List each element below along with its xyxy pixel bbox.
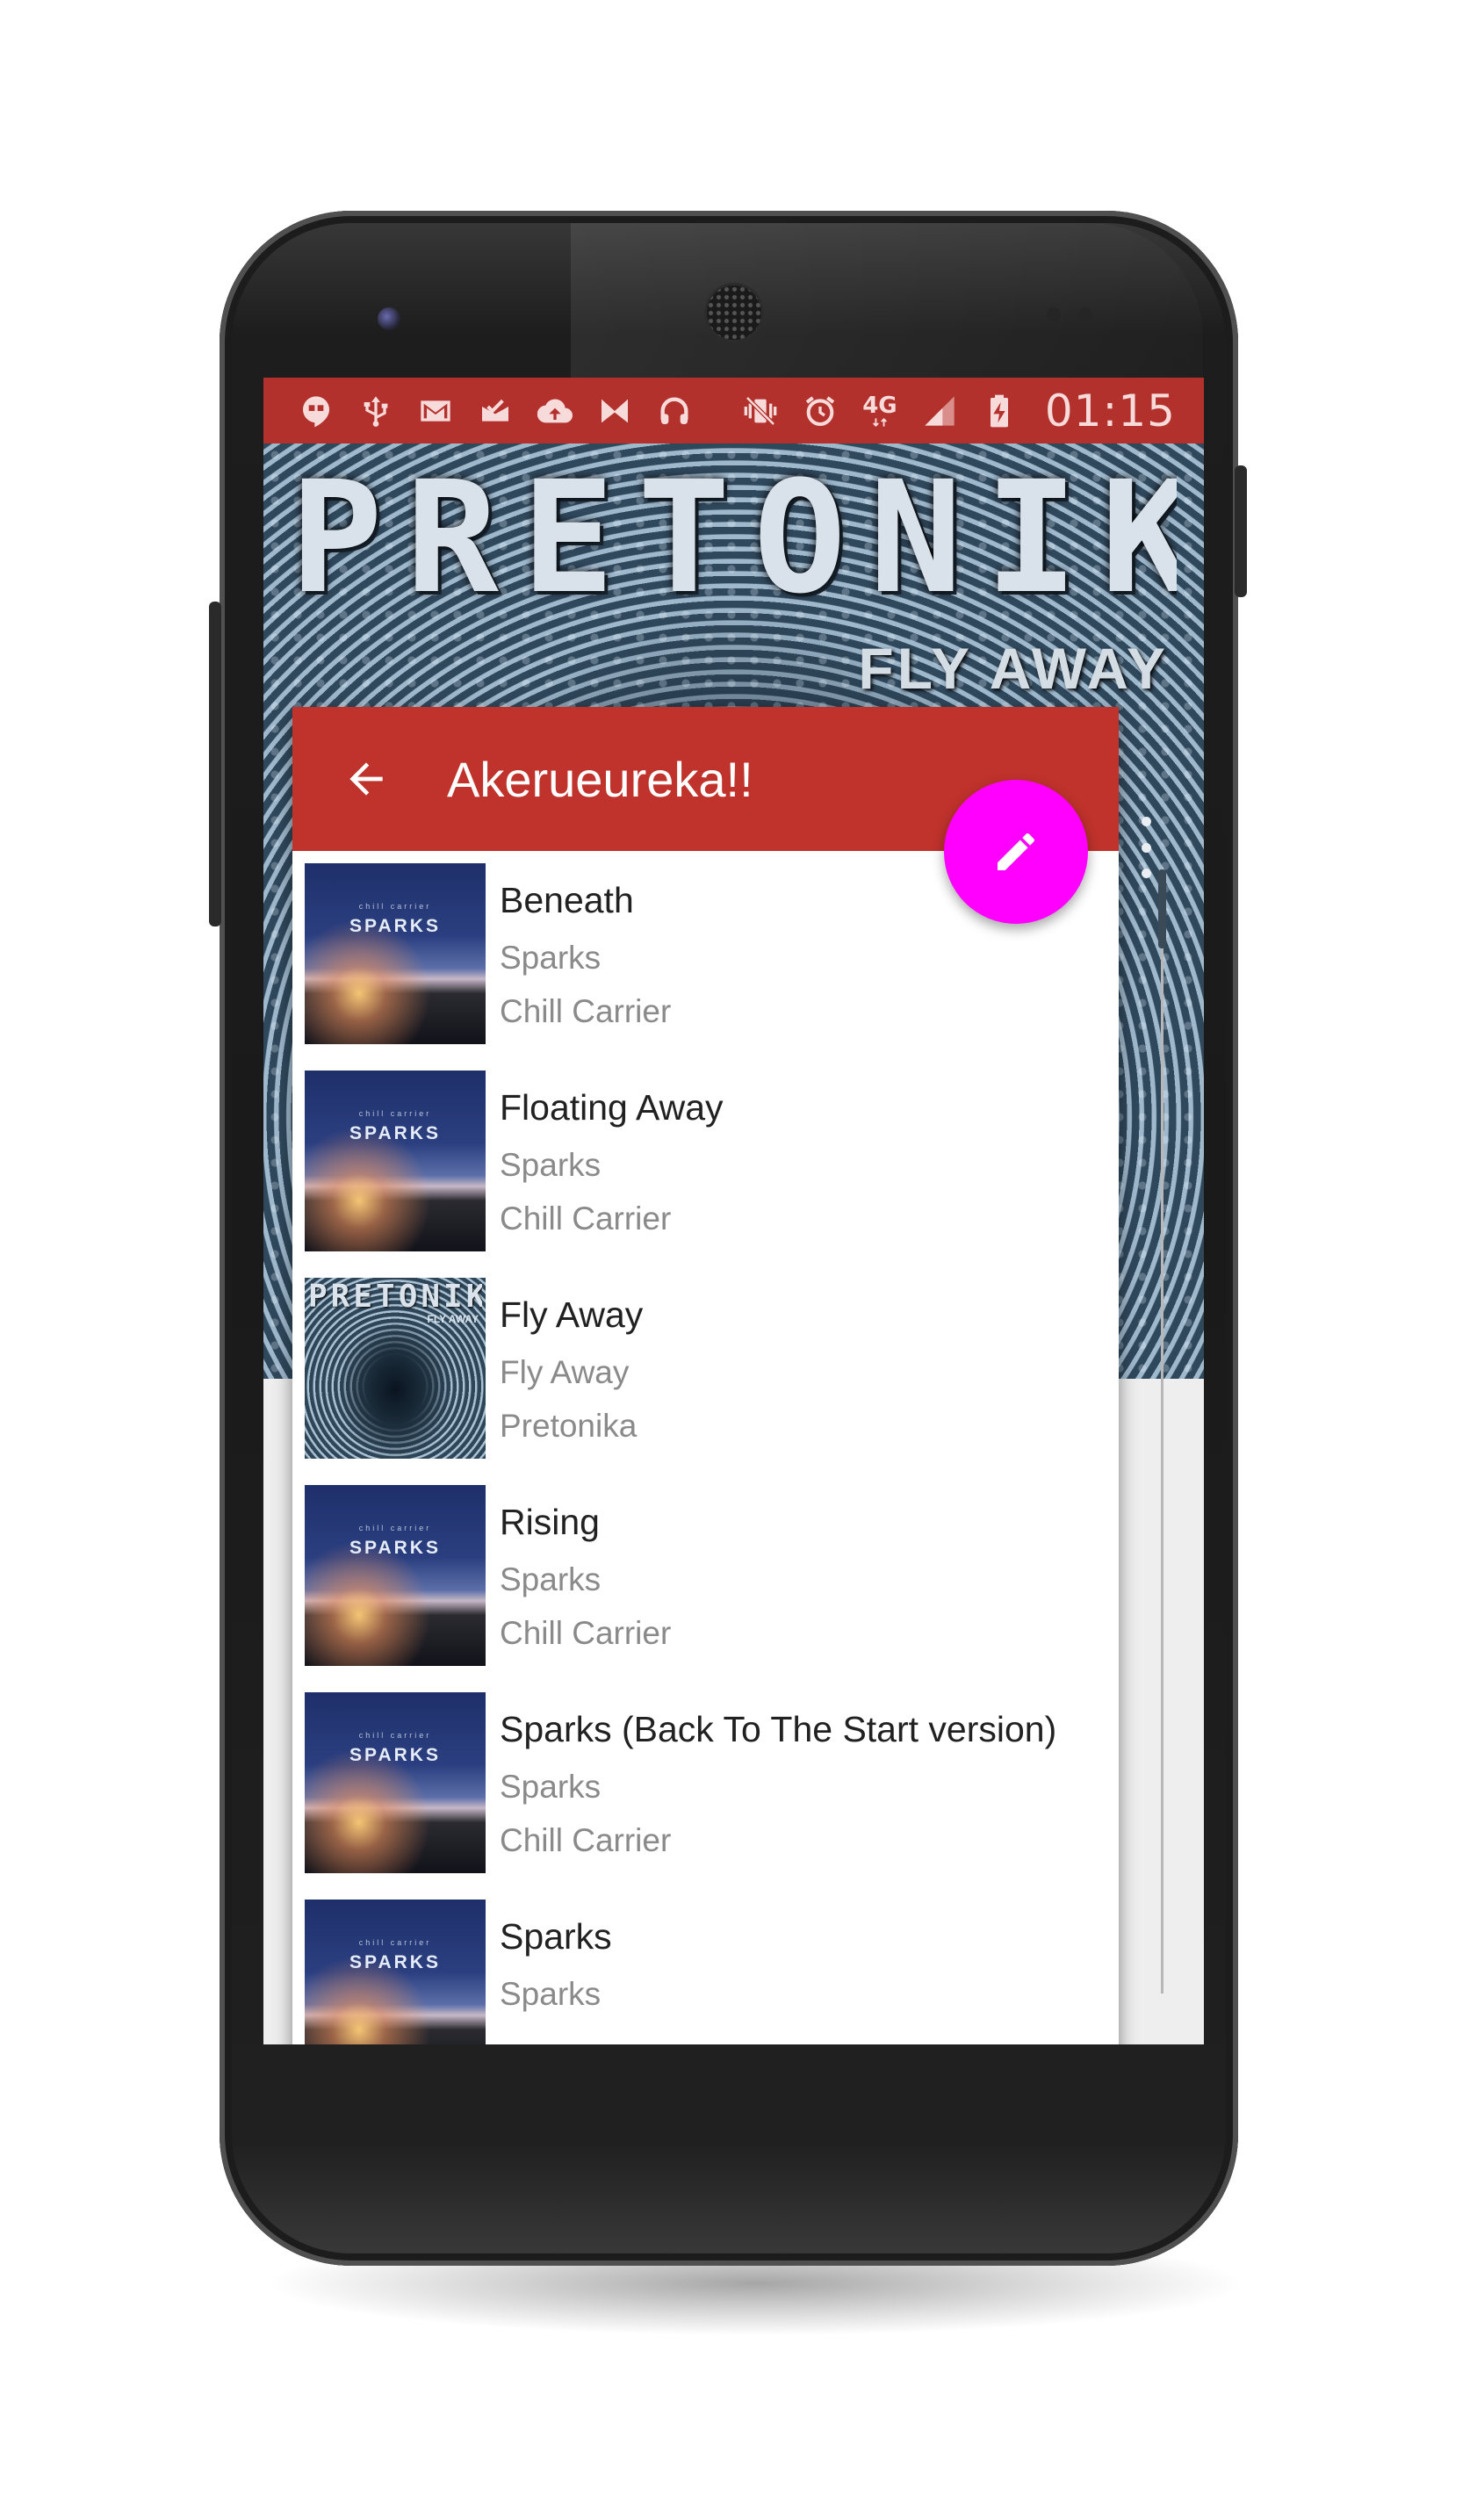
phone-screen: 4G 01:15 PRETONIKA FLY AWAY Akerueureka!…: [263, 378, 1204, 2044]
track-artist: Chill Carrier: [500, 1200, 672, 1236]
track-artist: Pretonika: [500, 1408, 638, 1444]
track-title: Floating Away: [500, 1087, 724, 1128]
signal-icon: [920, 392, 959, 430]
album-art-subtitle: FLY AWAY: [858, 636, 1169, 701]
front-camera: [378, 307, 400, 330]
track-row[interactable]: chill carrier SPARKS Rising Sparks Chill…: [292, 1473, 1119, 1680]
status-clock: 01:15: [1044, 385, 1176, 436]
track-title: Rising: [500, 1502, 600, 1542]
track-title: Sparks: [500, 1916, 612, 1957]
track-title: Sparks (Back To The Start version): [500, 1709, 1057, 1749]
edit-fab-button[interactable]: [944, 780, 1088, 924]
track-list: chill carrier SPARKS Beneath Sparks Chil…: [292, 851, 1119, 2044]
album-art-title: PRETONIKA: [290, 461, 1177, 616]
status-bar: 4G 01:15: [263, 378, 1204, 443]
track-album: Sparks: [500, 1561, 602, 1597]
alarm-icon: [801, 392, 839, 430]
playlist-dialog: Akerueureka!! chill carrier SPARKS Benea…: [292, 707, 1119, 2044]
track-row[interactable]: chill carrier SPARKS Sparks (Back To The…: [292, 1680, 1119, 1887]
track-album: Sparks: [500, 1147, 602, 1183]
track-album: Sparks: [500, 1976, 602, 2012]
arrow-back-icon: [349, 762, 383, 796]
scrollbar-track[interactable]: [1161, 869, 1163, 1994]
album-thumbnail: chill carrier SPARKS: [305, 1900, 486, 2044]
inbox-icon: [476, 392, 515, 430]
cloud-upload-icon: [536, 392, 574, 430]
album-thumbnail: chill carrier SPARKS: [305, 1692, 486, 1873]
earpiece-speaker: [707, 285, 761, 340]
back-button[interactable]: [338, 751, 394, 807]
volume-rocker: [209, 602, 221, 926]
scrollbar-thumb[interactable]: [1158, 869, 1166, 948]
album-thumbnail: chill carrier SPARKS: [305, 863, 486, 1044]
track-album: Sparks: [500, 940, 602, 976]
pencil-icon: [998, 833, 1035, 870]
track-album: Sparks: [500, 1769, 602, 1805]
network-4g-icon: 4G: [861, 392, 899, 430]
album-thumbnail: chill carrier SPARKS: [305, 1485, 486, 1666]
track-artist: Chill Carrier: [500, 1615, 672, 1651]
more-options-icon[interactable]: [1128, 817, 1163, 878]
track-row[interactable]: chill carrier SPARKS Floating Away Spark…: [292, 1058, 1119, 1265]
light-sensor: [1078, 307, 1092, 321]
album-thumbnail: chill carrier SPARKS: [305, 1071, 486, 1251]
track-row[interactable]: chill carrier SPARKS Sparks Sparks: [292, 1887, 1119, 2044]
track-artist: Chill Carrier: [500, 1822, 672, 1858]
track-row[interactable]: PRETONIKA FLY AWAY Fly Away Fly Away Pre…: [292, 1265, 1119, 1473]
proximity-sensor: [1047, 307, 1061, 321]
headphones-icon: [655, 392, 694, 430]
vibrate-icon: [741, 392, 780, 430]
battery-charging-icon: [980, 392, 1019, 430]
album-thumbnail: PRETONIKA FLY AWAY: [305, 1278, 486, 1459]
hangouts-icon: [297, 392, 335, 430]
track-album: Fly Away: [500, 1354, 630, 1390]
usb-icon: [357, 392, 395, 430]
power-button: [1235, 465, 1247, 597]
mail-m-icon: [595, 392, 634, 430]
gmail-icon: [416, 392, 455, 430]
dialog-title: Akerueureka!!: [447, 751, 753, 807]
track-title: Fly Away: [500, 1294, 644, 1335]
track-artist: Chill Carrier: [500, 993, 672, 1029]
